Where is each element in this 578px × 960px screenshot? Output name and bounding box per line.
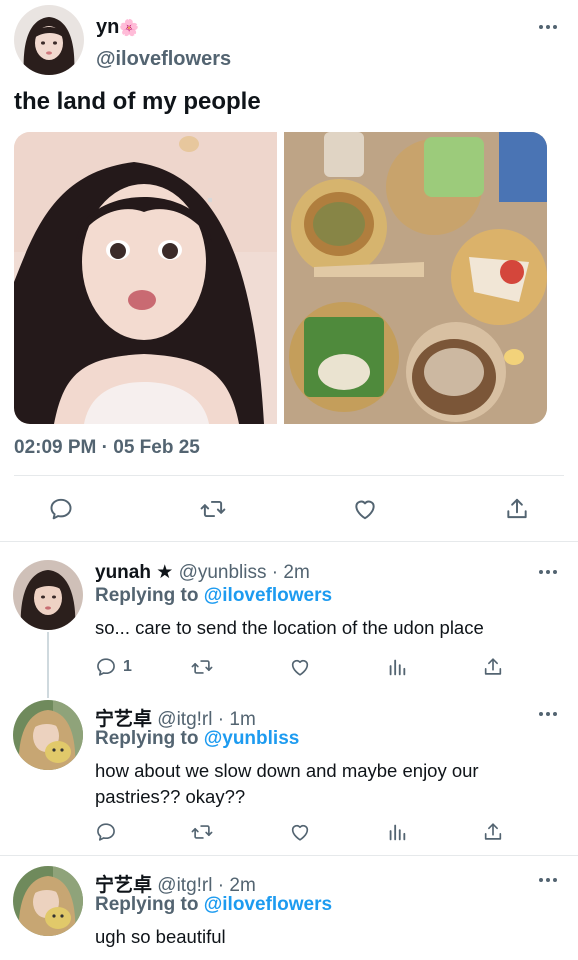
reply-author-name[interactable]: 宁艺卓 xyxy=(95,875,152,896)
avatar[interactable] xyxy=(13,866,83,936)
retweet-icon[interactable] xyxy=(191,820,213,844)
author-handle[interactable]: @iloveflowers xyxy=(96,48,231,71)
reply-icon[interactable]: 1 xyxy=(95,655,132,679)
divider xyxy=(0,541,578,542)
like-icon[interactable] xyxy=(289,655,311,679)
retweet-icon[interactable] xyxy=(191,655,213,679)
reply-time: · 2m xyxy=(217,875,256,896)
tweet-text: the land of my people xyxy=(14,88,261,115)
avatar[interactable] xyxy=(14,5,84,75)
tweet-photo-selfie[interactable] xyxy=(14,132,277,424)
replying-prefix: Replying to xyxy=(95,728,199,749)
stats-icon[interactable] xyxy=(386,820,408,844)
reply-header: 宁艺卓 @itg!rl · 1m xyxy=(95,704,256,731)
mention-link[interactable]: @yunbliss xyxy=(204,728,300,749)
more-options-icon[interactable] xyxy=(536,564,560,580)
mention-link[interactable]: @iloveflowers xyxy=(204,585,332,606)
reply-text: how about we slow down and maybe enjoy o… xyxy=(95,760,479,807)
reply-action-bar xyxy=(0,820,578,844)
author-name[interactable]: yn🌸 xyxy=(96,16,139,39)
replying-to: Replying to @iloveflowers xyxy=(95,894,332,916)
reply-count: 1 xyxy=(123,658,132,675)
avatar[interactable] xyxy=(13,700,83,770)
reply-header: 宁艺卓 @itg!rl · 2m xyxy=(95,870,256,897)
reply-author-handle[interactable]: @itg!rl xyxy=(157,875,212,896)
reply-author-handle[interactable]: @itg!rl xyxy=(157,709,212,730)
reply-author-name[interactable]: yunah xyxy=(95,562,151,583)
replying-prefix: Replying to xyxy=(95,585,199,606)
reply-icon[interactable] xyxy=(44,492,78,526)
replying-to: Replying to @iloveflowers xyxy=(95,585,332,607)
more-options-icon[interactable] xyxy=(536,706,560,722)
divider xyxy=(0,855,578,856)
reply-text: ugh so beautiful xyxy=(95,926,226,947)
reply-author-handle[interactable]: @yunbliss xyxy=(179,562,267,583)
share-icon[interactable] xyxy=(482,655,504,679)
avatar[interactable] xyxy=(13,560,83,630)
share-icon[interactable] xyxy=(482,820,504,844)
more-options-icon[interactable] xyxy=(536,872,560,888)
more-options-icon[interactable] xyxy=(536,19,560,35)
main-tweet: yn🌸 @iloveflowers the land of my people xyxy=(0,0,578,541)
share-icon[interactable] xyxy=(500,492,534,526)
divider xyxy=(14,475,564,476)
reply-icon[interactable] xyxy=(95,820,117,844)
reply-text: so... care to send the location of the u… xyxy=(95,617,484,638)
tweet-action-bar xyxy=(0,492,578,526)
thread-line xyxy=(47,632,49,698)
tweet-timestamp[interactable]: 02:09 PM · 05 Feb 25 xyxy=(14,437,200,459)
tweet-photo-pastries[interactable] xyxy=(284,132,547,424)
flower-emoji: 🌸 xyxy=(119,20,140,37)
reply-header: yunah ★ @yunbliss · 2m xyxy=(95,561,310,584)
like-icon[interactable] xyxy=(348,492,382,526)
replying-to: Replying to @yunbliss xyxy=(95,728,299,750)
reply-time: · 2m xyxy=(271,562,310,583)
reply-time: · 1m xyxy=(217,709,256,730)
star-icon: ★ xyxy=(156,562,174,583)
like-icon[interactable] xyxy=(289,820,311,844)
reply-action-bar: 1 xyxy=(0,655,578,679)
replying-prefix: Replying to xyxy=(95,894,199,915)
retweet-icon[interactable] xyxy=(196,492,230,526)
stats-icon[interactable] xyxy=(386,655,408,679)
author-name-text: yn xyxy=(96,16,120,38)
reply-author-name[interactable]: 宁艺卓 xyxy=(95,709,152,730)
mention-link[interactable]: @iloveflowers xyxy=(204,894,332,915)
